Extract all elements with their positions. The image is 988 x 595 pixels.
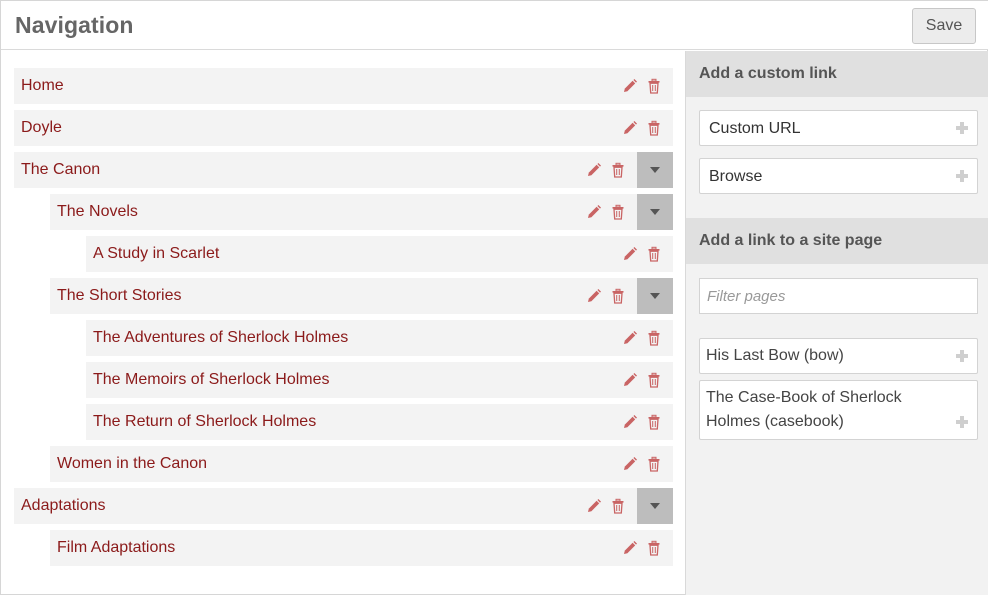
nav-item[interactable]: A Study in Scarlet bbox=[86, 236, 673, 272]
header: Navigation Save bbox=[1, 1, 988, 50]
trash-icon[interactable] bbox=[646, 540, 662, 556]
add-links-sidebar: Add a custom link Custom URL Browse Add … bbox=[685, 51, 988, 595]
plus-icon[interactable] bbox=[956, 350, 968, 362]
caret-down-icon bbox=[650, 293, 660, 299]
site-page-label: The Case-Book of Sherlock Holmes (casebo… bbox=[706, 389, 902, 430]
nav-item-label[interactable]: The Novels bbox=[57, 203, 138, 221]
site-page-heading: Add a link to a site page bbox=[686, 218, 988, 264]
pencil-icon[interactable] bbox=[622, 414, 638, 430]
nav-item-label[interactable]: The Adventures of Sherlock Holmes bbox=[93, 329, 348, 347]
nav-item-label[interactable]: Women in the Canon bbox=[57, 455, 207, 473]
nav-item-label[interactable]: The Canon bbox=[21, 161, 100, 179]
trash-icon[interactable] bbox=[610, 498, 626, 514]
custom-link-heading-text: Add a custom link bbox=[699, 65, 837, 82]
caret-down-icon bbox=[650, 503, 660, 509]
nav-item-label[interactable]: The Return of Sherlock Holmes bbox=[93, 413, 316, 431]
nav-item[interactable]: Adaptations bbox=[14, 488, 673, 524]
nav-item[interactable]: The Return of Sherlock Holmes bbox=[86, 404, 673, 440]
expand-toggle-button[interactable] bbox=[637, 152, 673, 188]
trash-icon[interactable] bbox=[646, 120, 662, 136]
site-page-label: His Last Bow (bow) bbox=[706, 347, 844, 364]
save-button[interactable]: Save bbox=[912, 8, 976, 44]
pencil-icon[interactable] bbox=[622, 456, 638, 472]
nav-item-label[interactable]: The Short Stories bbox=[57, 287, 182, 305]
pencil-icon[interactable] bbox=[622, 330, 638, 346]
nav-item-label[interactable]: Adaptations bbox=[21, 497, 106, 515]
nav-item[interactable]: The Canon bbox=[14, 152, 673, 188]
plus-icon[interactable] bbox=[956, 122, 968, 134]
site-page-item[interactable]: His Last Bow (bow) bbox=[699, 338, 978, 374]
pencil-icon[interactable] bbox=[586, 288, 602, 304]
expand-toggle-button[interactable] bbox=[637, 194, 673, 230]
nav-item-label[interactable]: Home bbox=[21, 77, 64, 95]
nav-item[interactable]: Doyle bbox=[14, 110, 673, 146]
pencil-icon[interactable] bbox=[622, 78, 638, 94]
pencil-icon[interactable] bbox=[622, 540, 638, 556]
trash-icon[interactable] bbox=[610, 162, 626, 178]
trash-icon[interactable] bbox=[646, 246, 662, 262]
nav-item-label[interactable]: Film Adaptations bbox=[57, 539, 175, 557]
nav-item-label[interactable]: Doyle bbox=[21, 119, 62, 137]
site-page-item[interactable]: The Case-Book of Sherlock Holmes (casebo… bbox=[699, 380, 978, 440]
caret-down-icon bbox=[650, 209, 660, 215]
pencil-icon[interactable] bbox=[622, 246, 638, 262]
nav-item[interactable]: Home bbox=[14, 68, 673, 104]
trash-icon[interactable] bbox=[646, 456, 662, 472]
nav-item[interactable]: The Novels bbox=[50, 194, 673, 230]
navigation-tree: Home Doyle The Canon The Novels A Study in S… bbox=[1, 51, 685, 595]
pencil-icon[interactable] bbox=[586, 204, 602, 220]
nav-item[interactable]: Film Adaptations bbox=[50, 530, 673, 566]
nav-item[interactable]: The Adventures of Sherlock Holmes bbox=[86, 320, 673, 356]
plus-icon[interactable] bbox=[956, 416, 968, 428]
expand-toggle-button[interactable] bbox=[637, 278, 673, 314]
nav-item[interactable]: The Memoirs of Sherlock Holmes bbox=[86, 362, 673, 398]
plus-icon[interactable] bbox=[956, 170, 968, 182]
page-title: Navigation bbox=[15, 12, 134, 38]
trash-icon[interactable] bbox=[610, 204, 626, 220]
browse-option[interactable]: Browse bbox=[699, 158, 978, 194]
caret-down-icon bbox=[650, 167, 660, 173]
trash-icon[interactable] bbox=[646, 78, 662, 94]
custom-url-label: Custom URL bbox=[709, 120, 801, 137]
browse-label: Browse bbox=[709, 168, 763, 185]
pencil-icon[interactable] bbox=[622, 120, 638, 136]
pencil-icon[interactable] bbox=[622, 372, 638, 388]
filter-pages-input[interactable] bbox=[699, 278, 978, 314]
pencil-icon[interactable] bbox=[586, 162, 602, 178]
trash-icon[interactable] bbox=[646, 414, 662, 430]
nav-item-label[interactable]: A Study in Scarlet bbox=[93, 245, 219, 263]
trash-icon[interactable] bbox=[646, 330, 662, 346]
custom-link-heading: Add a custom link bbox=[686, 51, 988, 97]
site-page-heading-text: Add a link to a site page bbox=[699, 232, 883, 249]
app-window: Navigation Save Home Doyle The Canon The No… bbox=[0, 0, 988, 595]
nav-item-label[interactable]: The Memoirs of Sherlock Holmes bbox=[93, 371, 330, 389]
nav-item[interactable]: The Short Stories bbox=[50, 278, 673, 314]
trash-icon[interactable] bbox=[610, 288, 626, 304]
pencil-icon[interactable] bbox=[586, 498, 602, 514]
trash-icon[interactable] bbox=[646, 372, 662, 388]
expand-toggle-button[interactable] bbox=[637, 488, 673, 524]
custom-url-option[interactable]: Custom URL bbox=[699, 110, 978, 146]
nav-item[interactable]: Women in the Canon bbox=[50, 446, 673, 482]
